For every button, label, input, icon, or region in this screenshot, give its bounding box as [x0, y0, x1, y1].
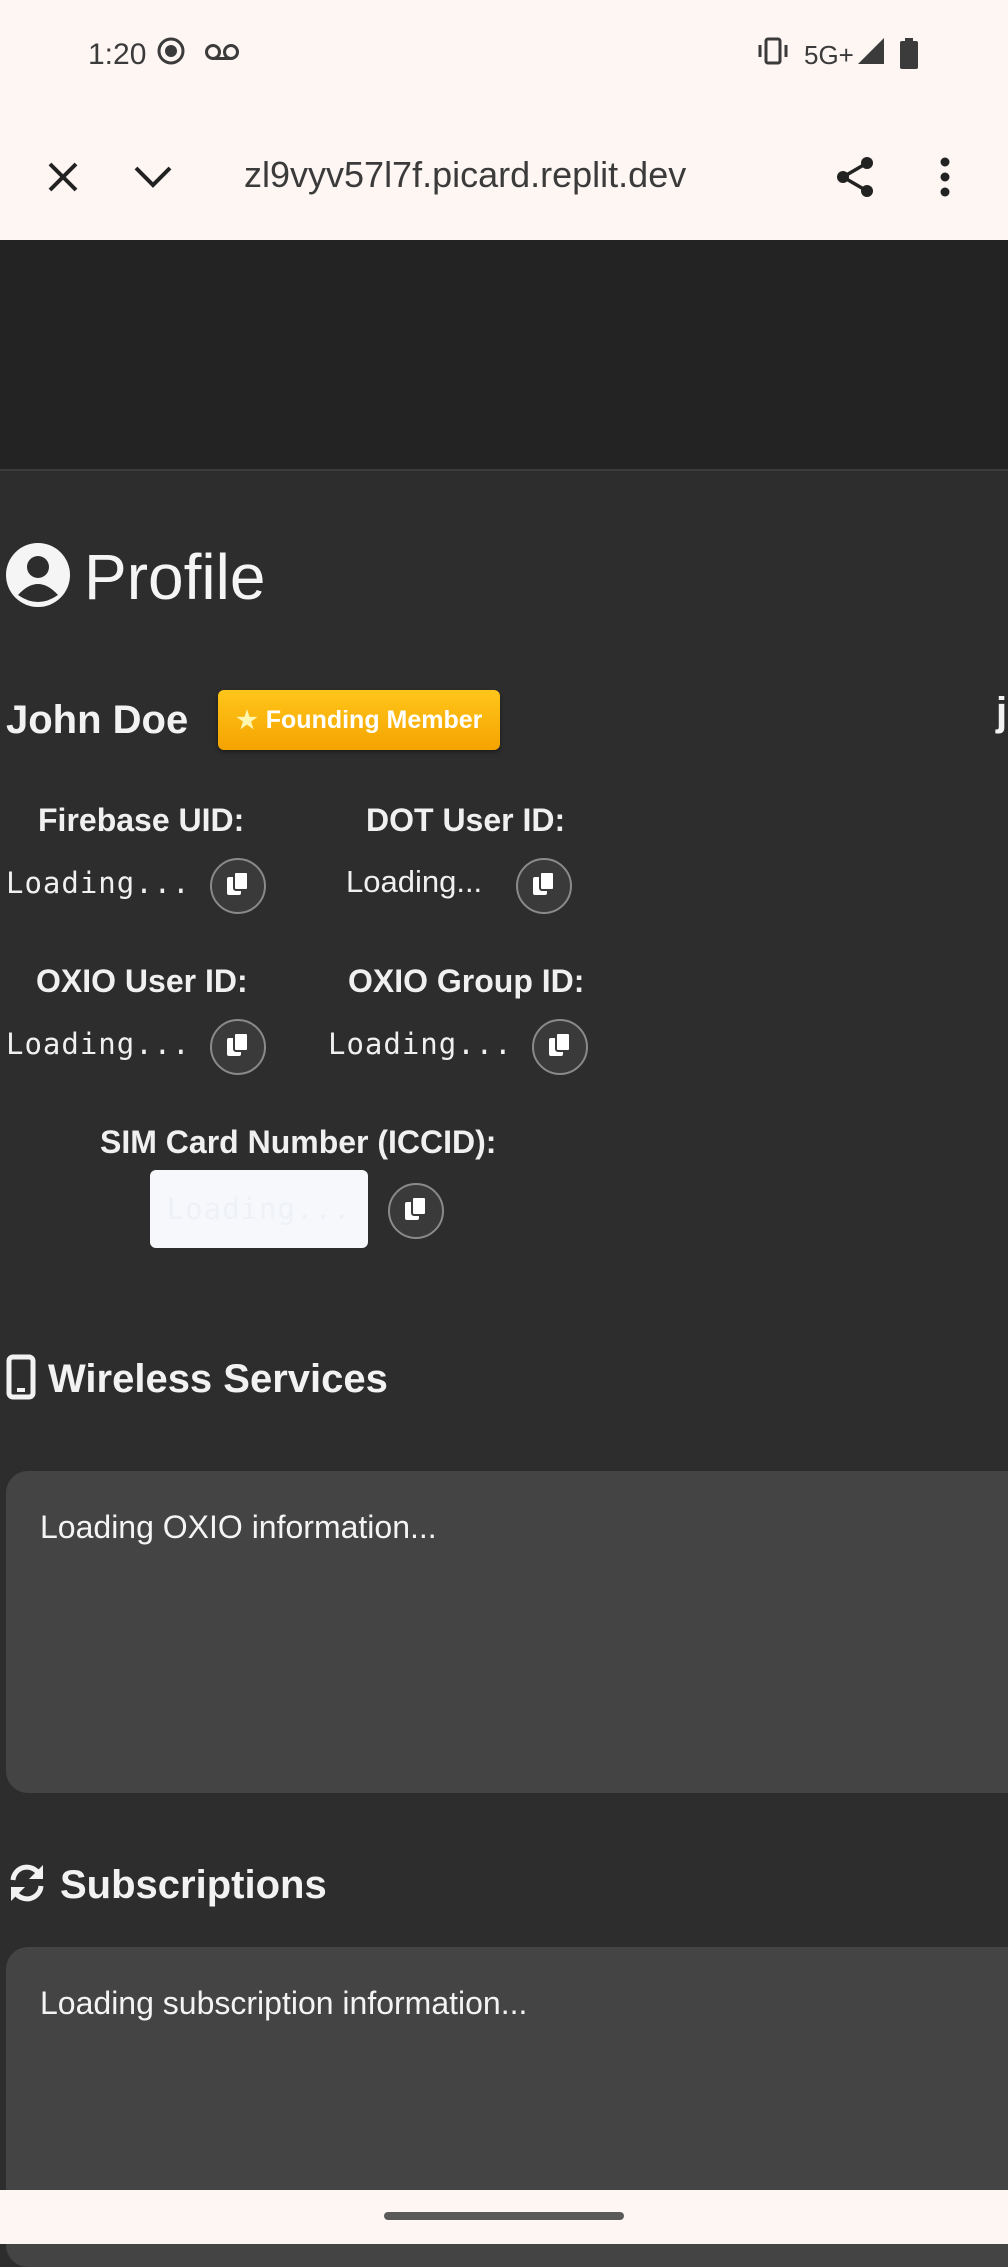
oxio-group-id-value: Loading... — [328, 1027, 513, 1061]
copy-oxio-user-id-button[interactable] — [210, 1019, 266, 1075]
profile-heading: Profile — [6, 540, 265, 614]
oxio-user-id-label: OXIO User ID: — [36, 963, 248, 999]
copy-iccid-button[interactable] — [388, 1183, 444, 1239]
wireless-services-title: Wireless Services — [48, 1357, 388, 1401]
founding-member-badge: ★ Founding Member — [218, 690, 501, 750]
iccid-label: SIM Card Number (ICCID): — [100, 1124, 497, 1160]
oxio-user-id-value: Loading... — [6, 1027, 191, 1061]
copy-icon — [225, 1031, 251, 1064]
mobile-phone-icon — [6, 1354, 36, 1405]
firebase-uid-value: Loading... — [6, 866, 191, 900]
voicemail-icon — [204, 42, 240, 67]
dot-user-id-value: Loading... — [346, 864, 483, 899]
iccid-value: Loading... — [166, 1192, 352, 1226]
chevron-down-icon[interactable] — [126, 150, 180, 204]
more-vert-icon[interactable] — [918, 150, 972, 204]
subscriptions-loading-message: Loading subscription information... — [40, 1985, 528, 2021]
user-name: John Doe — [6, 697, 189, 742]
dot-user-id-label: DOT User ID: — [366, 802, 566, 838]
user-name-row: John Doe ★ Founding Member — [6, 690, 501, 750]
browser-toolbar: zl9vyv57l7f.picard.replit.dev — [0, 110, 1008, 241]
network-type: 5G+ — [804, 40, 854, 70]
page-title: Profile — [84, 541, 266, 613]
copy-icon — [547, 1031, 573, 1064]
page-header-band — [0, 240, 1008, 471]
copy-dot-user-id-button[interactable] — [516, 858, 572, 914]
signal-icon — [856, 36, 886, 71]
copy-firebase-uid-button[interactable] — [210, 858, 266, 914]
home-gesture-handle[interactable] — [384, 2212, 624, 2220]
badge-label: Founding Member — [265, 705, 483, 734]
oxio-group-id-label: OXIO Group ID: — [348, 963, 585, 999]
wireless-services-heading: Wireless Services — [6, 1354, 388, 1405]
wireless-services-card: Loading OXIO information... — [6, 1471, 1008, 1793]
user-circle-icon — [6, 542, 70, 612]
copy-oxio-group-id-button[interactable] — [532, 1019, 588, 1075]
close-icon[interactable] — [36, 150, 90, 204]
subscriptions-title: Subscriptions — [60, 1863, 327, 1907]
url-bar[interactable]: zl9vyv57l7f.picard.replit.dev — [244, 154, 686, 196]
subscriptions-heading: Subscriptions — [6, 1862, 327, 1909]
copy-icon — [225, 870, 251, 903]
sync-icon — [6, 1862, 48, 1909]
vibrate-icon — [756, 36, 790, 71]
share-icon[interactable] — [828, 150, 882, 204]
copy-icon — [531, 870, 557, 903]
screen-record-icon — [156, 36, 186, 71]
clipped-text: j — [996, 690, 1008, 734]
gesture-nav-bar — [0, 2190, 1008, 2244]
star-icon: ★ — [236, 706, 258, 734]
copy-icon — [403, 1195, 429, 1228]
firebase-uid-label: Firebase UID: — [38, 802, 245, 838]
battery-icon — [898, 38, 920, 75]
iccid-value-box: Loading... — [150, 1170, 368, 1248]
status-time: 1:20 — [88, 38, 147, 71]
status-bar: 1:20 5G+ — [0, 0, 1008, 110]
wireless-loading-message: Loading OXIO information... — [40, 1509, 437, 1545]
